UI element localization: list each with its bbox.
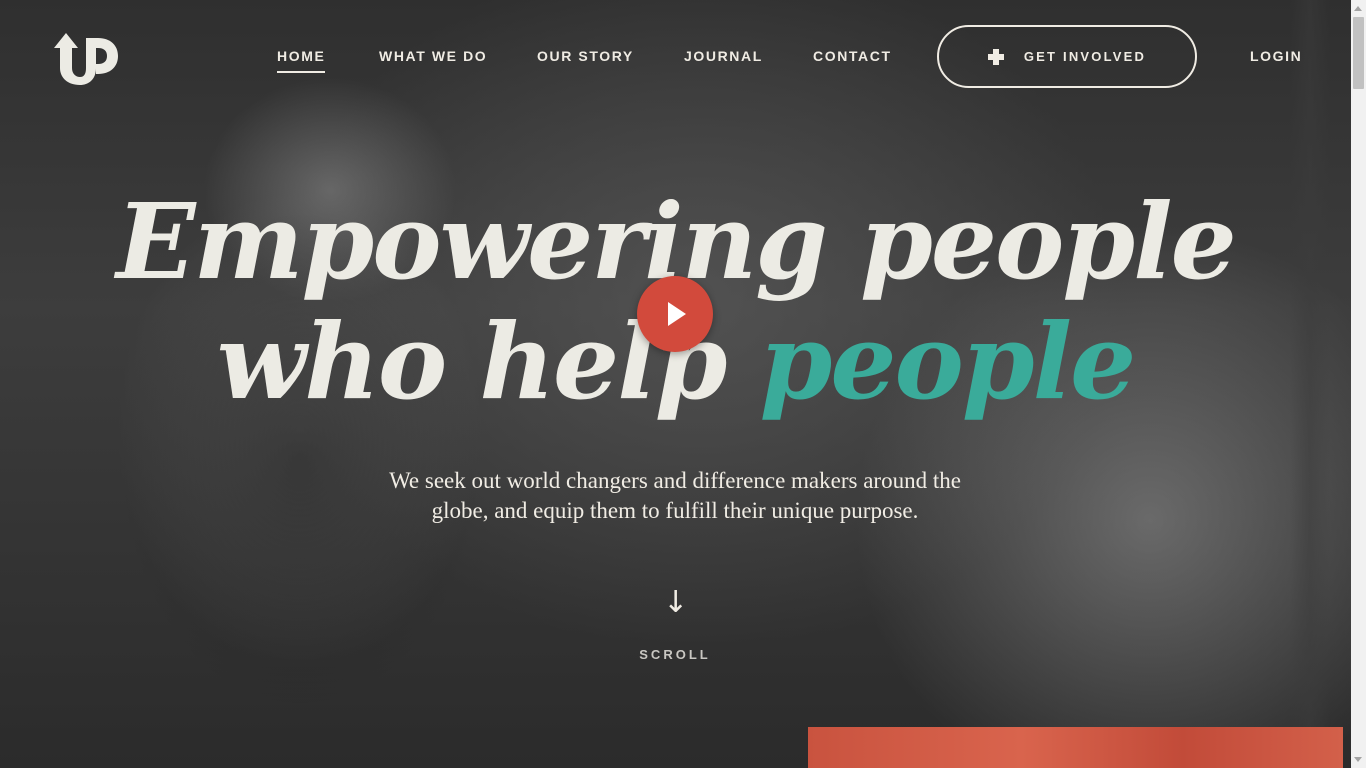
play-icon bbox=[668, 302, 686, 326]
hero-headline-accent-people: people bbox=[759, 300, 1137, 423]
scroll-label[interactable]: SCROLL bbox=[600, 647, 750, 662]
scroll-up-icon[interactable] bbox=[1354, 6, 1362, 11]
play-video-button[interactable] bbox=[637, 276, 713, 352]
nav-contact[interactable]: CONTACT bbox=[813, 48, 892, 64]
nav-what-we-do[interactable]: WHAT WE DO bbox=[379, 48, 487, 64]
nav-home[interactable]: HOME bbox=[277, 48, 326, 73]
next-section-image-peek bbox=[808, 727, 1343, 768]
scrollbar-thumb[interactable] bbox=[1353, 17, 1364, 89]
up-arrow-logo-icon[interactable] bbox=[52, 30, 120, 86]
login-link[interactable]: LOGIN bbox=[1250, 48, 1302, 64]
plus-icon bbox=[987, 48, 1004, 65]
scroll-down-icon[interactable] bbox=[1354, 757, 1362, 762]
hero-subtitle: We seek out world changers and differenc… bbox=[389, 468, 961, 523]
nav-our-story[interactable]: OUR STORY bbox=[537, 48, 634, 64]
down-arrow-icon[interactable]: ↓ bbox=[663, 586, 688, 620]
get-involved-label: GET INVOLVED bbox=[1023, 49, 1147, 64]
page-scrollbar[interactable] bbox=[1351, 0, 1366, 768]
nav-journal[interactable]: JOURNAL bbox=[684, 48, 763, 64]
get-involved-button[interactable]: GET INVOLVED bbox=[937, 25, 1197, 88]
